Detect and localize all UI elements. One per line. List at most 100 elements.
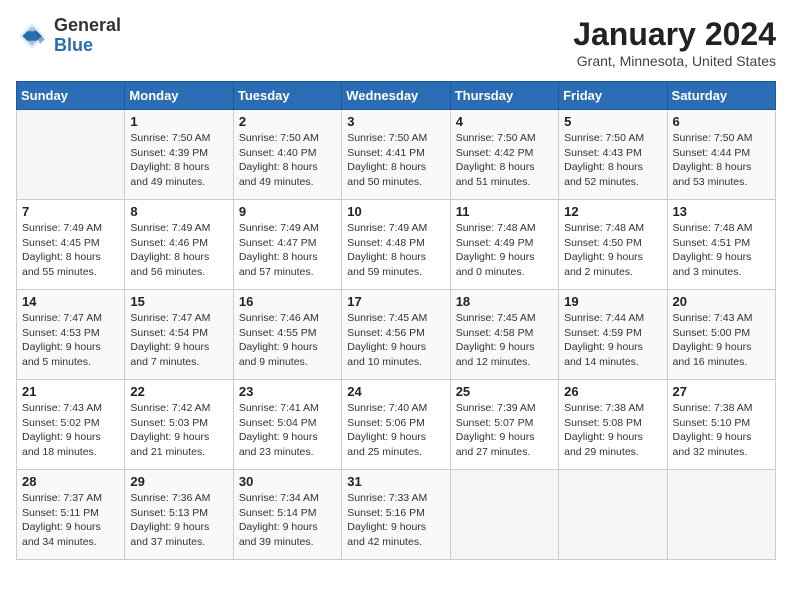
calendar-cell: 29 Sunrise: 7:36 AMSunset: 5:13 PMDayligh…	[125, 470, 233, 560]
calendar-cell: 17Sunrise: 7:45 AMSunset: 4:56 PMDayligh…	[342, 290, 450, 380]
calendar-cell: 23Sunrise: 7:41 AMSunset: 5:04 PMDayligh…	[233, 380, 341, 470]
day-info: Sunrise: 7:47 AMSunset: 4:54 PMDaylight:…	[130, 311, 227, 370]
day-info: Sunrise: 7:43 AMSunset: 5:02 PMDaylight:…	[22, 401, 119, 460]
calendar-week-row: 21 Sunrise: 7:43 AMSunset: 5:02 PMDayligh…	[17, 380, 776, 470]
calendar-cell: 2 Sunrise: 7:50 AMSunset: 4:40 PMDaylight…	[233, 110, 341, 200]
day-number: 15	[130, 294, 227, 309]
logo-general: General	[54, 16, 121, 36]
calendar-cell: 28 Sunrise: 7:37 AMSunset: 5:11 PMDayligh…	[17, 470, 125, 560]
calendar-body: 1 Sunrise: 7:50 AMSunset: 4:39 PMDaylight…	[17, 110, 776, 560]
header-thursday: Thursday	[450, 82, 558, 110]
calendar-cell: 24Sunrise: 7:40 AMSunset: 5:06 PMDayligh…	[342, 380, 450, 470]
day-number: 20	[673, 294, 770, 309]
day-info: Sunrise: 7:49 AMSunset: 4:47 PMDaylight:…	[239, 221, 336, 280]
title-block: January 2024 Grant, Minnesota, United St…	[573, 16, 776, 69]
day-number: 22	[130, 384, 227, 399]
day-number: 31	[347, 474, 444, 489]
day-number: 3	[347, 114, 444, 129]
day-number: 29	[130, 474, 227, 489]
day-number: 6	[673, 114, 770, 129]
day-info: Sunrise: 7:49 AMSunset: 4:48 PMDaylight:…	[347, 221, 444, 280]
logo: General Blue	[16, 16, 121, 56]
calendar-cell: 20 Sunrise: 7:43 AMSunset: 5:00 PMDayligh…	[667, 290, 775, 380]
day-number: 8	[130, 204, 227, 219]
day-number: 4	[456, 114, 553, 129]
day-info: Sunrise: 7:49 AMSunset: 4:46 PMDaylight:…	[130, 221, 227, 280]
day-number: 14	[22, 294, 119, 309]
page-header: General Blue January 2024 Grant, Minneso…	[16, 16, 776, 69]
logo-blue: Blue	[54, 36, 121, 56]
header-wednesday: Wednesday	[342, 82, 450, 110]
calendar-cell: 1 Sunrise: 7:50 AMSunset: 4:39 PMDaylight…	[125, 110, 233, 200]
header-tuesday: Tuesday	[233, 82, 341, 110]
day-info: Sunrise: 7:36 AMSunset: 5:13 PMDaylight:…	[130, 491, 227, 550]
day-info: Sunrise: 7:49 AMSunset: 4:45 PMDaylight:…	[22, 221, 119, 280]
calendar-cell: 30 Sunrise: 7:34 AMSunset: 5:14 PMDayligh…	[233, 470, 341, 560]
day-info: Sunrise: 7:48 AMSunset: 4:49 PMDaylight:…	[456, 221, 553, 280]
day-info: Sunrise: 7:46 AMSunset: 4:55 PMDaylight:…	[239, 311, 336, 370]
day-number: 24	[347, 384, 444, 399]
day-number: 28	[22, 474, 119, 489]
calendar-cell: 19Sunrise: 7:44 AMSunset: 4:59 PMDayligh…	[559, 290, 667, 380]
day-number: 5	[564, 114, 661, 129]
calendar-cell: 5Sunrise: 7:50 AMSunset: 4:43 PMDaylight…	[559, 110, 667, 200]
calendar-cell: 3Sunrise: 7:50 AMSunset: 4:41 PMDaylight…	[342, 110, 450, 200]
calendar-cell: 16 Sunrise: 7:46 AMSunset: 4:55 PMDayligh…	[233, 290, 341, 380]
day-number: 18	[456, 294, 553, 309]
day-number: 11	[456, 204, 553, 219]
calendar-cell: 18 Sunrise: 7:45 AMSunset: 4:58 PMDayligh…	[450, 290, 558, 380]
calendar-cell	[450, 470, 558, 560]
day-number: 27	[673, 384, 770, 399]
header-sunday: Sunday	[17, 82, 125, 110]
day-number: 30	[239, 474, 336, 489]
calendar-table: SundayMondayTuesdayWednesdayThursdayFrid…	[16, 81, 776, 560]
header-saturday: Saturday	[667, 82, 775, 110]
day-headers-row: SundayMondayTuesdayWednesdayThursdayFrid…	[17, 82, 776, 110]
day-info: Sunrise: 7:50 AMSunset: 4:39 PMDaylight:…	[130, 131, 227, 190]
day-info: Sunrise: 7:50 AMSunset: 4:44 PMDaylight:…	[673, 131, 770, 190]
day-info: Sunrise: 7:45 AMSunset: 4:58 PMDaylight:…	[456, 311, 553, 370]
day-number: 1	[130, 114, 227, 129]
calendar-cell: 25 Sunrise: 7:39 AMSunset: 5:07 PMDayligh…	[450, 380, 558, 470]
calendar-week-row: 1 Sunrise: 7:50 AMSunset: 4:39 PMDaylight…	[17, 110, 776, 200]
day-number: 19	[564, 294, 661, 309]
calendar-week-row: 14Sunrise: 7:47 AMSunset: 4:53 PMDayligh…	[17, 290, 776, 380]
logo-text: General Blue	[54, 16, 121, 56]
day-info: Sunrise: 7:33 AMSunset: 5:16 PMDaylight:…	[347, 491, 444, 550]
day-info: Sunrise: 7:39 AMSunset: 5:07 PMDaylight:…	[456, 401, 553, 460]
day-number: 9	[239, 204, 336, 219]
day-number: 13	[673, 204, 770, 219]
day-info: Sunrise: 7:38 AMSunset: 5:08 PMDaylight:…	[564, 401, 661, 460]
calendar-cell: 11 Sunrise: 7:48 AMSunset: 4:49 PMDayligh…	[450, 200, 558, 290]
calendar-week-row: 7 Sunrise: 7:49 AMSunset: 4:45 PMDaylight…	[17, 200, 776, 290]
logo-icon	[16, 20, 48, 52]
day-info: Sunrise: 7:37 AMSunset: 5:11 PMDaylight:…	[22, 491, 119, 550]
day-info: Sunrise: 7:34 AMSunset: 5:14 PMDaylight:…	[239, 491, 336, 550]
day-number: 7	[22, 204, 119, 219]
day-info: Sunrise: 7:42 AMSunset: 5:03 PMDaylight:…	[130, 401, 227, 460]
day-info: Sunrise: 7:48 AMSunset: 4:50 PMDaylight:…	[564, 221, 661, 280]
day-info: Sunrise: 7:48 AMSunset: 4:51 PMDaylight:…	[673, 221, 770, 280]
calendar-cell: 13 Sunrise: 7:48 AMSunset: 4:51 PMDayligh…	[667, 200, 775, 290]
day-number: 25	[456, 384, 553, 399]
calendar-cell: 15 Sunrise: 7:47 AMSunset: 4:54 PMDayligh…	[125, 290, 233, 380]
header-monday: Monday	[125, 82, 233, 110]
day-info: Sunrise: 7:43 AMSunset: 5:00 PMDaylight:…	[673, 311, 770, 370]
calendar-cell: 22 Sunrise: 7:42 AMSunset: 5:03 PMDayligh…	[125, 380, 233, 470]
calendar-cell: 26Sunrise: 7:38 AMSunset: 5:08 PMDayligh…	[559, 380, 667, 470]
calendar-cell	[559, 470, 667, 560]
calendar-cell: 27Sunrise: 7:38 AMSunset: 5:10 PMDayligh…	[667, 380, 775, 470]
day-info: Sunrise: 7:45 AMSunset: 4:56 PMDaylight:…	[347, 311, 444, 370]
calendar-cell: 10Sunrise: 7:49 AMSunset: 4:48 PMDayligh…	[342, 200, 450, 290]
day-number: 16	[239, 294, 336, 309]
calendar-cell: 6 Sunrise: 7:50 AMSunset: 4:44 PMDaylight…	[667, 110, 775, 200]
day-number: 2	[239, 114, 336, 129]
calendar-week-row: 28 Sunrise: 7:37 AMSunset: 5:11 PMDayligh…	[17, 470, 776, 560]
day-info: Sunrise: 7:50 AMSunset: 4:40 PMDaylight:…	[239, 131, 336, 190]
day-number: 21	[22, 384, 119, 399]
calendar-cell	[17, 110, 125, 200]
day-number: 23	[239, 384, 336, 399]
calendar-cell: 14Sunrise: 7:47 AMSunset: 4:53 PMDayligh…	[17, 290, 125, 380]
header-friday: Friday	[559, 82, 667, 110]
calendar-cell: 8 Sunrise: 7:49 AMSunset: 4:46 PMDaylight…	[125, 200, 233, 290]
